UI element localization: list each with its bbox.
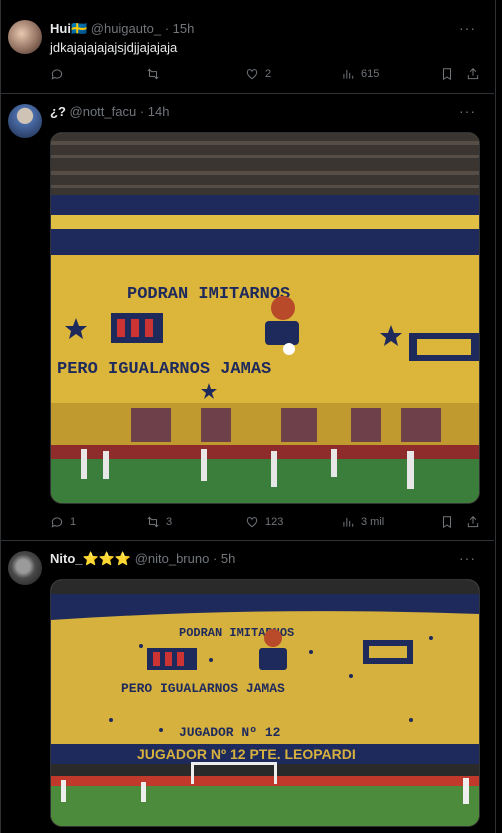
action-bar: 1 3 123 3 mil (50, 515, 480, 533)
display-name[interactable]: ¿? (50, 104, 66, 119)
banner-logo (147, 648, 197, 670)
handle[interactable]: @nott_facu (70, 104, 137, 119)
share-button[interactable] (466, 515, 480, 529)
avatar[interactable] (8, 551, 42, 585)
handle[interactable]: @nito_bruno (135, 551, 210, 566)
bookmark-button[interactable] (440, 515, 454, 529)
bookmark-icon (443, 516, 451, 529)
timestamp[interactable]: 14h (148, 104, 170, 119)
avatar[interactable] (8, 104, 42, 138)
tweet-header: Hui🇸🇪 @huigauto_ · 15h (50, 21, 195, 36)
stadium-banner-photo: PODRAN IMITARNOS PERO IGUALARNOS JAMAS J… (51, 580, 479, 826)
tweet-image[interactable]: PODRAN IMITARNOS PERO IGUALARNOS JAMAS J… (50, 579, 480, 827)
banner-text-3: JUGADOR Nº 12 (179, 725, 281, 740)
retweet-icon (147, 516, 159, 528)
views-icon (343, 517, 354, 527)
more-icon[interactable]: ··· (459, 103, 476, 119)
reply-icon (51, 69, 63, 80)
timestamp[interactable]: 5h (221, 551, 235, 566)
banner-text-2: PERO IGUALARNOS JAMAS (57, 360, 271, 379)
more-icon[interactable]: ··· (459, 20, 476, 36)
heart-icon (246, 69, 258, 80)
tweet-1[interactable]: Hui🇸🇪 @huigauto_ · 15h ··· jdkajajajajaj… (0, 0, 494, 94)
bookmark-button[interactable] (440, 67, 454, 81)
banner-stadium-drawing (409, 333, 479, 361)
bookmark-icon (443, 68, 451, 81)
stadium-banner-photo: PODRAN IMITARNOS PERO IGUALARNOS JAMAS (51, 133, 479, 503)
tweet-image[interactable]: PODRAN IMITARNOS PERO IGUALARNOS JAMAS (50, 132, 480, 504)
display-name[interactable]: Nito_⭐⭐⭐ (50, 551, 131, 566)
tweet-2[interactable]: ¿? @nott_facu · 14h ··· PODRAN IMITARNOS… (0, 94, 494, 541)
share-icon (467, 516, 479, 528)
action-bar: 2 615 (50, 67, 480, 85)
banner-stadium-drawing (363, 640, 413, 664)
retweet-icon (147, 68, 159, 80)
views-button[interactable]: 615 (341, 67, 379, 81)
reply-button[interactable]: 1 (50, 515, 76, 529)
handle[interactable]: @huigauto_ (91, 21, 161, 36)
timestamp[interactable]: 15h (173, 21, 195, 36)
reply-icon (51, 517, 63, 528)
retweet-button[interactable] (146, 67, 166, 81)
banner-text-4: JUGADOR Nº 12 PTE. LEOPARDI (137, 746, 356, 762)
more-icon[interactable]: ··· (459, 550, 476, 566)
views-button[interactable]: 3 mil (341, 515, 384, 529)
banner-text-1: PODRAN IMITARNOS (127, 285, 290, 304)
tweet-header: Nito_⭐⭐⭐ @nito_bruno · 5h (50, 551, 236, 566)
reply-button[interactable] (50, 67, 70, 81)
display-name[interactable]: Hui🇸🇪 (50, 21, 87, 36)
tweet-3[interactable]: Nito_⭐⭐⭐ @nito_bruno · 5h ··· PODRAN IMI… (0, 541, 494, 833)
banner-logo (111, 313, 163, 343)
views-icon (343, 69, 354, 79)
tweet-text: jdkajajajajajsjdjjajajaja (50, 40, 178, 55)
heart-icon (246, 517, 258, 528)
avatar[interactable] (8, 20, 42, 54)
share-button[interactable] (466, 67, 480, 81)
share-icon (467, 68, 479, 80)
retweet-button[interactable]: 3 (146, 515, 172, 529)
like-button[interactable]: 2 (245, 67, 271, 81)
tweet-header: ¿? @nott_facu · 14h (50, 104, 170, 119)
banner-text-2: PERO IGUALARNOS JAMAS (121, 681, 285, 696)
like-button[interactable]: 123 (245, 515, 283, 529)
